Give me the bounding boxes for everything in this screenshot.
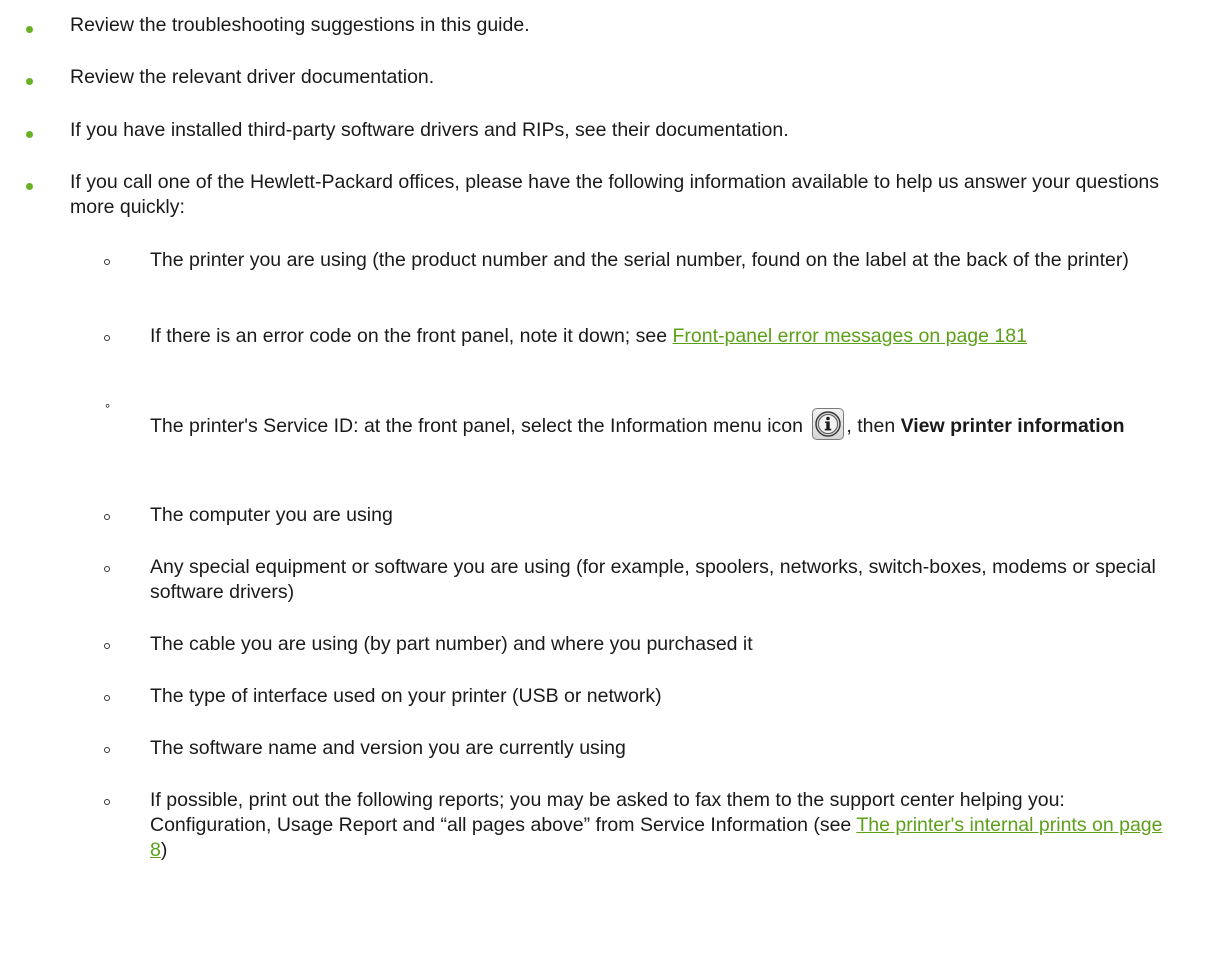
sub-list-item-service-id: The printer's Service ID: at the front p…: [150, 401, 1180, 451]
green-bullet: [26, 131, 33, 138]
sub-bullet: [104, 259, 110, 265]
green-bullet: [26, 26, 33, 33]
reports-closing-paren: ): [160, 839, 168, 861]
document-page: Review the troubleshooting suggestions i…: [0, 0, 1224, 958]
sub-bullet: °: [105, 401, 111, 416]
sub-list-item-software: The software name and version you are cu…: [150, 737, 626, 759]
sub-list-item-error-code: If there is an error code on the front p…: [150, 324, 1180, 349]
sub-list-item-cable: The cable you are using (by part number)…: [150, 633, 753, 655]
sub-bullet: [104, 335, 110, 341]
sub-list-item-equipment: Any special equipment or software you ar…: [150, 556, 1156, 603]
sub-list-item-printer: The printer you are using (the product n…: [150, 249, 1129, 271]
green-bullet: [26, 78, 33, 85]
sub-list-item-reports: If possible, print out the following rep…: [150, 788, 1180, 863]
sub-bullet: [104, 643, 110, 649]
list-item: Review the troubleshooting suggestions i…: [70, 14, 530, 36]
list-item: If you have installed third-party softwa…: [70, 119, 789, 141]
sub-list-item-computer: The computer you are using: [150, 504, 393, 526]
information-menu-icon: [812, 407, 845, 440]
list-item: If you call one of the Hewlett-Packard o…: [70, 171, 1160, 218]
sub-bullet: [104, 695, 110, 701]
sub-bullet: [104, 799, 110, 805]
sub-bullet: [104, 514, 110, 520]
sub-bullet: [104, 566, 110, 572]
list-item: Review the relevant driver documentation…: [70, 66, 435, 88]
sub-bullet: [104, 747, 110, 753]
view-printer-information-label: View printer information: [900, 415, 1125, 437]
service-id-text: The printer's Service ID: at the front p…: [150, 415, 809, 437]
front-panel-error-messages-link[interactable]: Front-panel error messages on page 181: [672, 325, 1026, 347]
service-id-then: , then: [846, 415, 901, 437]
sub-list-item-interface: The type of interface used on your print…: [150, 685, 662, 707]
error-code-text: If there is an error code on the front p…: [150, 325, 673, 347]
green-bullet: [26, 183, 33, 190]
